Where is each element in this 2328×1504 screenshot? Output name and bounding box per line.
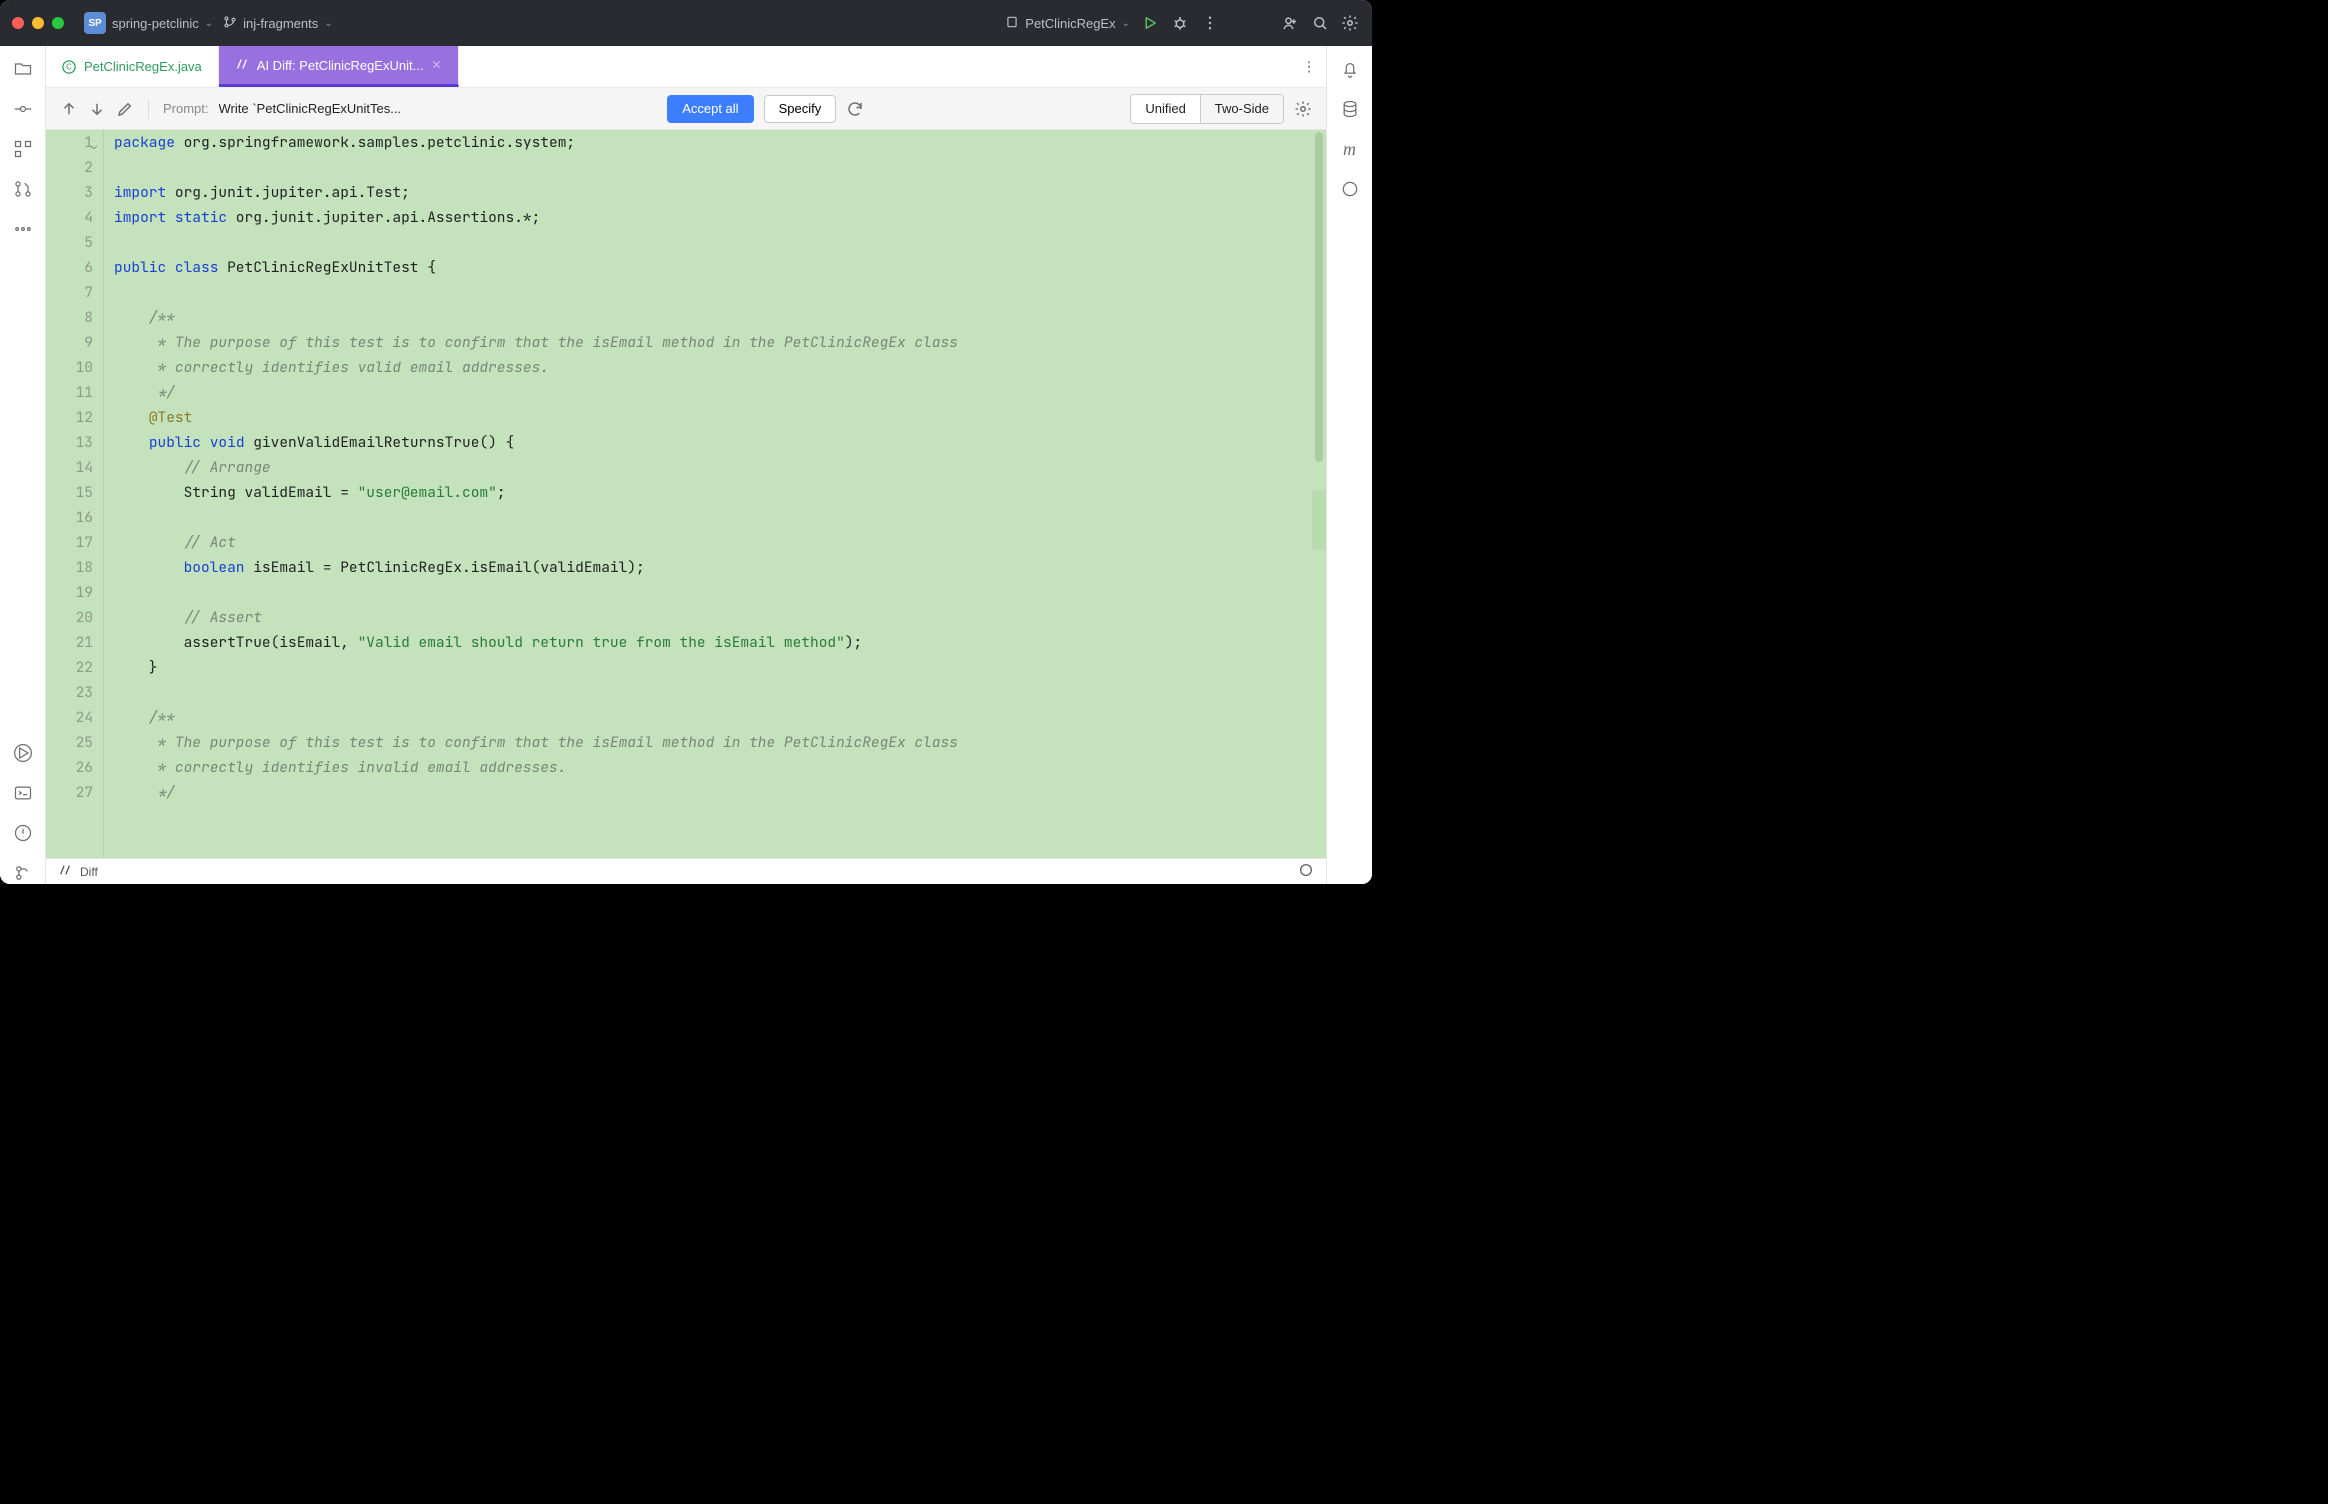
code-with-me-icon[interactable] xyxy=(1280,13,1300,33)
diff-status-icon xyxy=(58,863,72,880)
diff-settings-button[interactable] xyxy=(1294,100,1312,118)
prompt-text: Write `PetClinicRegExUnitTes... xyxy=(219,101,402,116)
two-side-view-option[interactable]: Two-Side xyxy=(1201,95,1283,123)
right-tool-rail: m xyxy=(1326,46,1372,884)
specify-button[interactable]: Specify xyxy=(764,95,837,123)
search-icon[interactable] xyxy=(1310,13,1330,33)
svg-text:C: C xyxy=(66,62,72,71)
run-button[interactable] xyxy=(1140,13,1160,33)
ai-assistant-status-icon[interactable] xyxy=(1298,862,1314,881)
settings-icon[interactable] xyxy=(1340,13,1360,33)
scroll-thumb[interactable] xyxy=(1315,132,1323,462)
edit-prompt-button[interactable] xyxy=(116,100,134,118)
close-tab-button[interactable]: ✕ xyxy=(431,58,441,72)
view-mode-toggle: Unified Two-Side xyxy=(1130,94,1284,124)
git-branch-selector[interactable]: inj-fragments ⌄ xyxy=(223,15,333,32)
notifications-icon[interactable] xyxy=(1339,58,1361,80)
chevron-down-icon: ⌄ xyxy=(324,18,332,29)
tab-label: AI Diff: PetClinicRegExUnit... xyxy=(257,58,424,73)
structure-tool-icon[interactable] xyxy=(12,138,34,160)
next-change-button[interactable] xyxy=(88,100,106,118)
prev-change-button[interactable] xyxy=(60,100,78,118)
project-tool-icon[interactable] xyxy=(12,58,34,80)
status-bar: Diff xyxy=(46,858,1326,884)
accept-all-button[interactable]: Accept all xyxy=(667,95,753,123)
tab-ai-diff[interactable]: AI Diff: PetClinicRegExUnit... ✕ xyxy=(219,46,459,87)
chevron-down-icon: ⌄ xyxy=(205,18,213,29)
project-selector[interactable]: SP spring-petclinic ⌄ xyxy=(84,12,213,34)
unified-view-option[interactable]: Unified xyxy=(1131,95,1200,123)
tab-options-button[interactable] xyxy=(1292,46,1326,87)
java-class-icon: C xyxy=(62,60,76,74)
run-config-selector[interactable]: PetClinicRegEx ⌄ xyxy=(1005,15,1130,32)
more-tools-icon[interactable] xyxy=(12,218,34,240)
branch-icon xyxy=(223,15,237,32)
left-tool-rail xyxy=(0,46,46,884)
status-label: Diff xyxy=(80,865,98,879)
problems-tool-icon[interactable] xyxy=(12,822,34,844)
project-name: spring-petclinic xyxy=(112,16,199,31)
git-tool-icon[interactable] xyxy=(12,862,34,884)
editor-tabs: C PetClinicRegEx.java AI Diff: PetClinic… xyxy=(46,46,1326,88)
scrollbar[interactable] xyxy=(1312,130,1326,858)
minimize-window-button[interactable] xyxy=(32,17,44,29)
code-area[interactable]: package org.springframework.samples.petc… xyxy=(104,130,1326,858)
chevron-down-icon: ⌄ xyxy=(1122,18,1130,29)
debug-button[interactable] xyxy=(1170,13,1190,33)
pull-requests-icon[interactable] xyxy=(12,178,34,200)
terminal-tool-icon[interactable] xyxy=(12,782,34,804)
tab-label: PetClinicRegEx.java xyxy=(84,59,202,74)
run-tool-icon[interactable] xyxy=(12,742,34,764)
maven-tool-icon[interactable]: m xyxy=(1339,138,1361,160)
commit-tool-icon[interactable] xyxy=(12,98,34,120)
ai-assistant-tool-icon[interactable] xyxy=(1339,178,1361,200)
project-badge: SP xyxy=(84,12,106,34)
run-config-name: PetClinicRegEx xyxy=(1025,16,1115,31)
editor[interactable]: 1⌄23456789101112131415161718192021222324… xyxy=(46,130,1326,858)
scroll-marker xyxy=(1312,490,1326,550)
traffic-lights xyxy=(12,17,64,29)
titlebar: SP spring-petclinic ⌄ inj-fragments ⌄ Pe… xyxy=(0,0,1372,46)
maximize-window-button[interactable] xyxy=(52,17,64,29)
branch-name: inj-fragments xyxy=(243,16,318,31)
more-actions-button[interactable] xyxy=(1200,13,1220,33)
tab-petclinicregex-java[interactable]: C PetClinicRegEx.java xyxy=(46,46,219,87)
prompt-label: Prompt: xyxy=(163,101,209,116)
run-file-icon xyxy=(1005,15,1019,32)
line-number-gutter: 1⌄23456789101112131415161718192021222324… xyxy=(46,130,104,858)
diff-toolbar: Prompt: Write `PetClinicRegExUnitTes... … xyxy=(46,88,1326,130)
ai-diff-icon xyxy=(235,57,249,74)
close-window-button[interactable] xyxy=(12,17,24,29)
regenerate-button[interactable] xyxy=(846,100,864,118)
database-tool-icon[interactable] xyxy=(1339,98,1361,120)
